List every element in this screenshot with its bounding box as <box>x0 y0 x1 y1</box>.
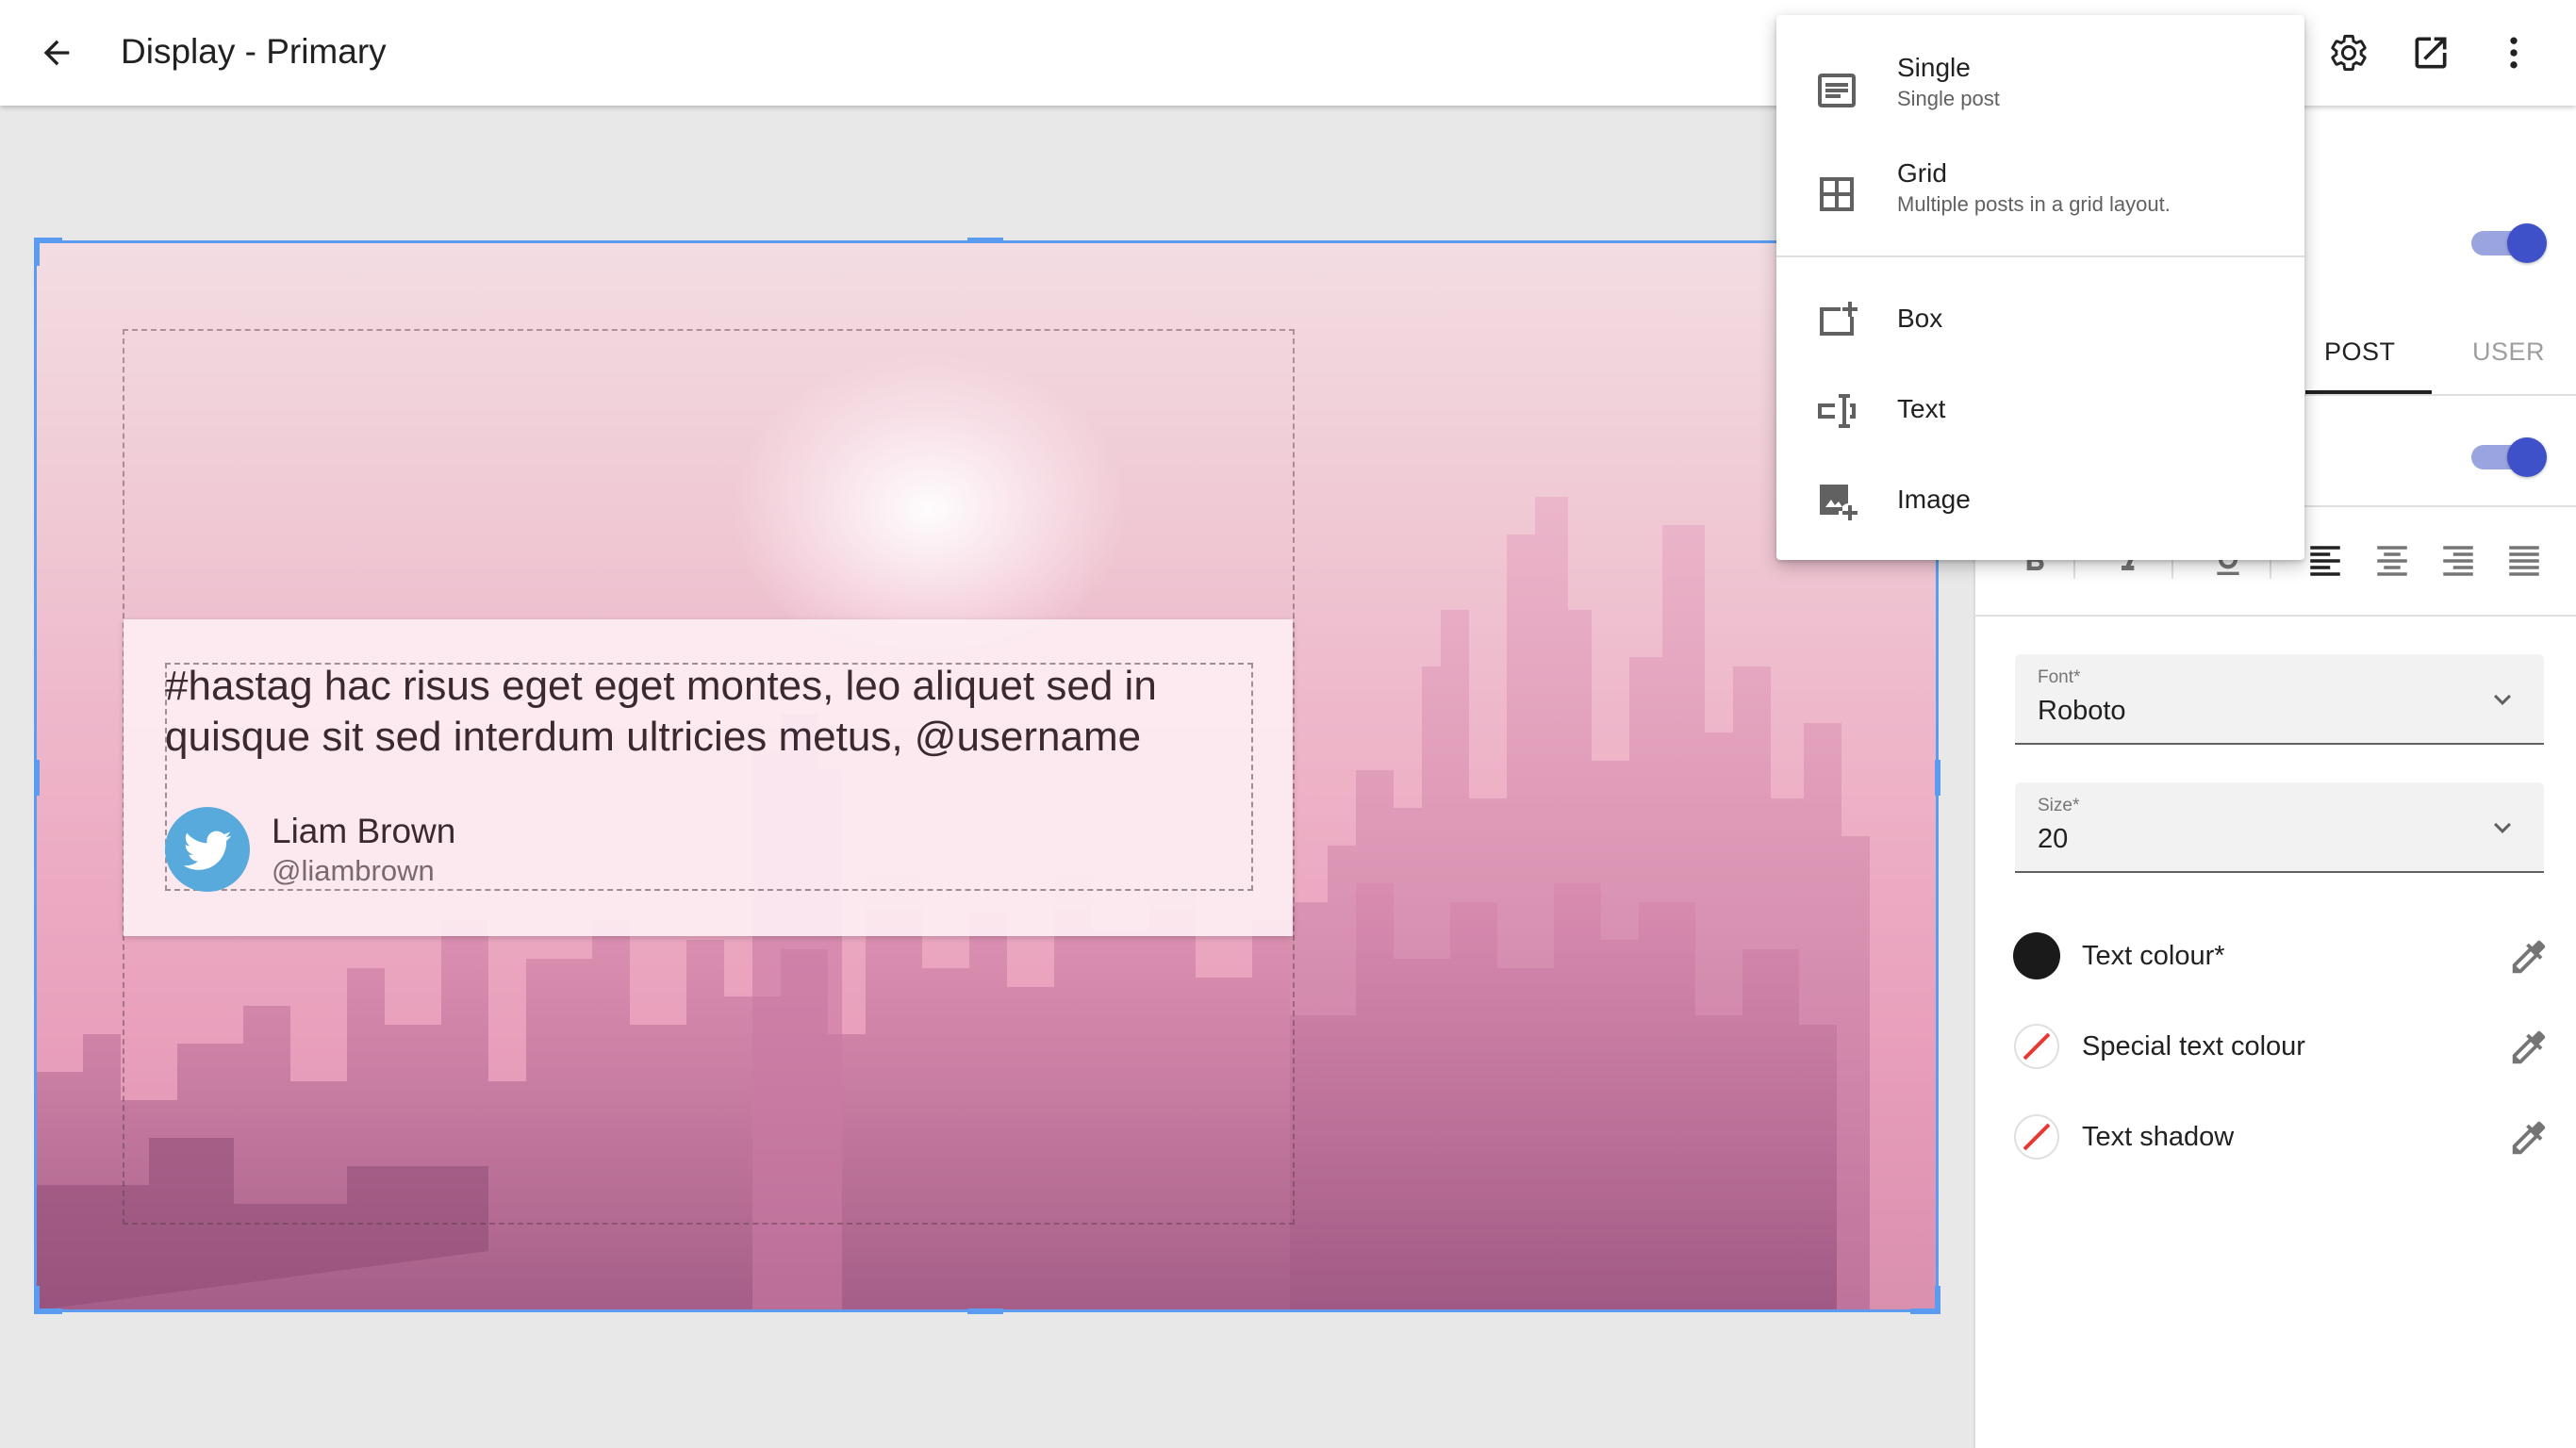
special-text-colour-label: Special text colour <box>2082 1031 2305 1061</box>
avatar <box>165 807 250 892</box>
grid-icon <box>1820 177 1854 211</box>
post-card[interactable]: #hastag hac risus eget eget montes, leo … <box>124 619 1293 936</box>
resize-handle[interactable] <box>34 760 40 796</box>
font-select[interactable]: Font* Roboto <box>2015 654 2544 745</box>
text-field-icon <box>1818 394 1856 428</box>
menu-divider <box>1776 255 2304 257</box>
special-text-colour-row[interactable]: Special text colour <box>2013 1018 2551 1075</box>
resize-handle[interactable] <box>34 1286 40 1314</box>
eyedropper-icon[interactable] <box>2507 1026 2551 1069</box>
single-post-icon <box>1818 74 1856 107</box>
menu-item-label: Single <box>1897 53 1971 82</box>
twitter-bird-icon <box>183 831 232 870</box>
display-canvas[interactable]: #hastag hac risus eget eget montes, leo … <box>36 242 1937 1310</box>
toggle-thumb <box>2507 223 2547 263</box>
align-right-button[interactable] <box>2436 539 2480 583</box>
size-select[interactable]: Size* 20 <box>2015 782 2544 873</box>
menu-item-description: Single post <box>1897 87 2000 110</box>
resize-handle[interactable] <box>1935 1286 1940 1314</box>
size-select-value: 20 <box>2038 824 2069 854</box>
menu-item-grid[interactable]: Grid Multiple posts in a grid layout. <box>1776 147 2304 238</box>
align-left-button[interactable] <box>2304 539 2347 583</box>
menu-item-image[interactable]: Image <box>1776 462 2304 543</box>
text-colour-swatch[interactable] <box>2013 932 2060 979</box>
menu-item-label: Image <box>1897 485 1971 514</box>
tab-post[interactable]: POST <box>2324 337 2396 367</box>
no-colour-swatch[interactable] <box>2013 1023 2060 1070</box>
menu-item-label: Grid <box>1897 158 1947 188</box>
menu-item-label: Text <box>1897 394 1946 423</box>
post-author-name: Liam Brown <box>272 812 456 850</box>
post-author-handle: @liambrown <box>272 854 435 887</box>
settings-button[interactable] <box>2320 25 2377 81</box>
no-colour-swatch[interactable] <box>2013 1113 2060 1160</box>
resize-handle[interactable] <box>967 1308 1003 1314</box>
align-center-button[interactable] <box>2370 539 2414 583</box>
toggle-switch-1[interactable] <box>2471 222 2547 263</box>
gear-icon <box>2331 34 2367 72</box>
font-select-value: Roboto <box>2038 696 2126 726</box>
text-colour-label: Text colour* <box>2082 941 2225 971</box>
chevron-down-icon <box>2494 694 2511 705</box>
menu-item-text[interactable]: Text <box>1776 371 2304 452</box>
open-external-button[interactable] <box>2403 25 2459 81</box>
more-vert-icon <box>2510 37 2518 69</box>
eyedropper-icon[interactable] <box>2507 1116 2551 1160</box>
resize-handle[interactable] <box>967 238 1003 243</box>
align-justify-icon <box>2509 546 2539 576</box>
eyedropper-icon[interactable] <box>2507 935 2551 979</box>
menu-item-box[interactable]: Box <box>1776 281 2304 362</box>
toggle-switch-2[interactable] <box>2471 436 2547 477</box>
open-in-new-icon <box>2415 37 2447 69</box>
align-left-icon <box>2310 546 2340 576</box>
tab-user[interactable]: USER <box>2472 337 2545 367</box>
text-shadow-row[interactable]: Text shadow <box>2013 1109 2551 1165</box>
resize-handle[interactable] <box>34 238 40 266</box>
text-shadow-label: Text shadow <box>2082 1122 2235 1152</box>
chevron-down-icon <box>2494 822 2511 833</box>
font-select-label: Font* <box>2038 667 2081 687</box>
add-element-menu: Single Single post Grid Multiple posts i… <box>1776 15 2304 560</box>
resize-handle[interactable] <box>1935 760 1940 796</box>
more-options-button[interactable] <box>2485 25 2542 81</box>
size-select-label: Size* <box>2038 796 2080 815</box>
arrow-back-icon <box>43 40 70 66</box>
align-center-icon <box>2377 546 2407 576</box>
add-image-icon <box>1820 485 1858 520</box>
menu-item-label: Box <box>1897 304 1943 333</box>
align-justify-button[interactable] <box>2502 539 2546 583</box>
back-button[interactable] <box>30 26 83 79</box>
align-right-icon <box>2443 546 2473 576</box>
text-colour-row[interactable]: Text colour* <box>2013 928 2551 984</box>
add-box-icon <box>1820 302 1858 336</box>
menu-item-single[interactable]: Single Single post <box>1776 41 2304 132</box>
menu-item-description: Multiple posts in a grid layout. <box>1897 192 2171 216</box>
page-title: Display - Primary <box>121 32 387 71</box>
divider <box>1975 615 2576 617</box>
post-text[interactable]: #hastag hac risus eget eget montes, leo … <box>165 661 1259 763</box>
toggle-thumb <box>2507 437 2547 477</box>
